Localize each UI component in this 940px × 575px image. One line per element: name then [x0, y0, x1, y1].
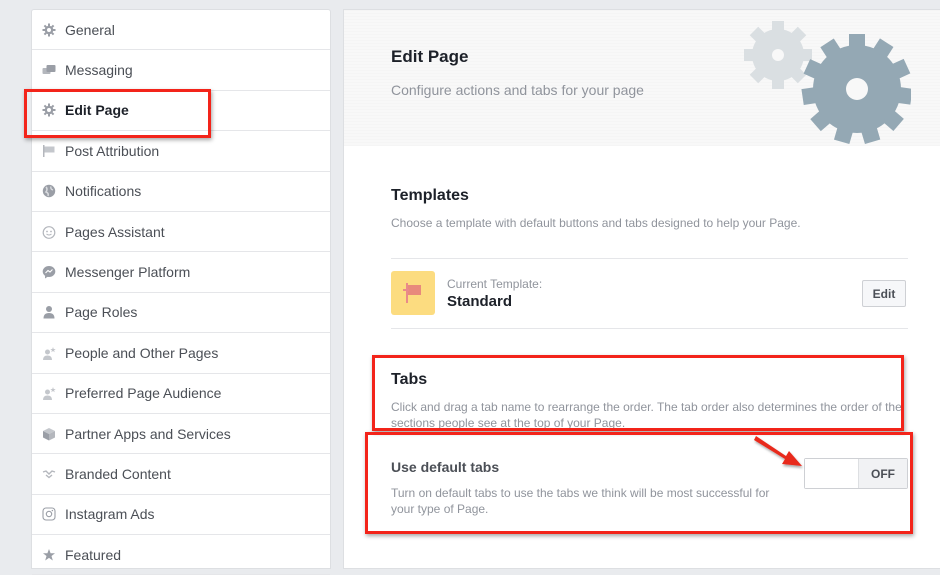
sidebar-item-label: Messenger Platform: [65, 264, 191, 281]
sidebar-item-partner-apps-and-services[interactable]: Partner Apps and Services: [32, 414, 330, 455]
sidebar-item-label: General: [65, 21, 115, 38]
edit-template-button[interactable]: Edit: [862, 280, 906, 307]
sidebar-item-label: People and Other Pages: [65, 344, 219, 361]
page-header: Edit Page Configure actions and tabs for…: [344, 10, 940, 146]
star-icon: [42, 548, 56, 562]
sidebar-item-branded-content[interactable]: Branded Content: [32, 454, 330, 495]
small-gear-icon: [744, 21, 812, 89]
person-star-icon: [42, 346, 56, 360]
current-template-name: Standard: [447, 293, 513, 310]
flag-icon: [403, 283, 421, 303]
sidebar-item-edit-page[interactable]: Edit Page: [32, 91, 330, 132]
sidebar-item-label: Edit Page: [65, 102, 129, 119]
toggle-knob[interactable]: [805, 459, 859, 488]
sidebar-item-label: Branded Content: [65, 465, 171, 482]
person-icon: [42, 305, 56, 319]
template-thumbnail: [391, 271, 435, 315]
large-gear-icon: [801, 34, 911, 145]
sidebar-item-label: Post Attribution: [65, 142, 160, 159]
sidebar-item-messaging[interactable]: Messaging: [32, 50, 330, 91]
sidebar-item-notifications[interactable]: Notifications: [32, 172, 330, 212]
handshake-icon: [42, 467, 56, 481]
sidebar-item-featured[interactable]: Featured: [32, 535, 330, 575]
globe-icon: [42, 184, 56, 198]
use-default-tabs-toggle[interactable]: OFF: [804, 458, 908, 489]
tabs-description: Click and drag a tab name to rearrange t…: [391, 400, 902, 430]
annotation-arrow-icon: [754, 436, 802, 466]
templates-title: Templates: [391, 187, 469, 204]
tabs-title: Tabs: [391, 371, 428, 388]
sidebar-item-label: Notifications: [65, 183, 142, 200]
sidebar-item-label: Partner Apps and Services: [65, 425, 231, 442]
instagram-icon: [42, 507, 56, 521]
sidebar-item-label: Messaging: [65, 62, 133, 79]
page-title: Edit Page: [391, 47, 469, 66]
sidebar-item-post-attribution[interactable]: Post Attribution: [32, 131, 330, 172]
sidebar-item-preferred-page-audience[interactable]: Preferred Page Audience: [32, 374, 330, 414]
templates-description: Choose a template with default buttons a…: [391, 216, 801, 230]
sidebar-item-messenger-platform[interactable]: Messenger Platform: [32, 252, 330, 293]
sidebar-item-general[interactable]: General: [32, 10, 330, 51]
current-template-label: Current Template:: [447, 277, 543, 291]
sidebar-item-label: Instagram Ads: [65, 506, 155, 523]
gear-icon: [42, 103, 56, 117]
divider: [391, 258, 908, 259]
page-subtitle: Configure actions and tabs for your page: [391, 82, 644, 98]
toggle-state-label: OFF: [859, 459, 907, 488]
use-default-tabs-title: Use default tabs: [391, 459, 500, 475]
gear-icon: [42, 23, 56, 37]
person-star-icon: [42, 386, 56, 401]
gears-illustration-icon: [744, 21, 911, 145]
divider: [391, 328, 908, 329]
use-default-tabs-description: Turn on default tabs to use the tabs we …: [391, 486, 770, 516]
flag-icon: [42, 144, 56, 158]
sidebar-item-label: Featured: [65, 546, 122, 563]
sidebar-item-label: Pages Assistant: [65, 223, 165, 240]
chat-bubbles-icon: [42, 63, 56, 77]
sidebar-item-instagram-ads[interactable]: Instagram Ads: [32, 495, 330, 536]
sidebar-item-pages-assistant[interactable]: Pages Assistant: [32, 212, 330, 253]
sidebar-item-label: Preferred Page Audience: [65, 385, 222, 402]
smiley-icon: [42, 225, 56, 239]
messenger-icon: [42, 265, 56, 279]
sidebar-item-label: Page Roles: [65, 304, 138, 321]
main-panel: Edit Page Configure actions and tabs for…: [343, 9, 940, 569]
sidebar-item-people-and-other-pages[interactable]: People and Other Pages: [32, 333, 330, 374]
cube-icon: [42, 427, 56, 441]
settings-sidebar: General Messaging Edit Page Post Attributio…: [31, 9, 331, 575]
sidebar-item-page-roles[interactable]: Page Roles: [32, 293, 330, 334]
